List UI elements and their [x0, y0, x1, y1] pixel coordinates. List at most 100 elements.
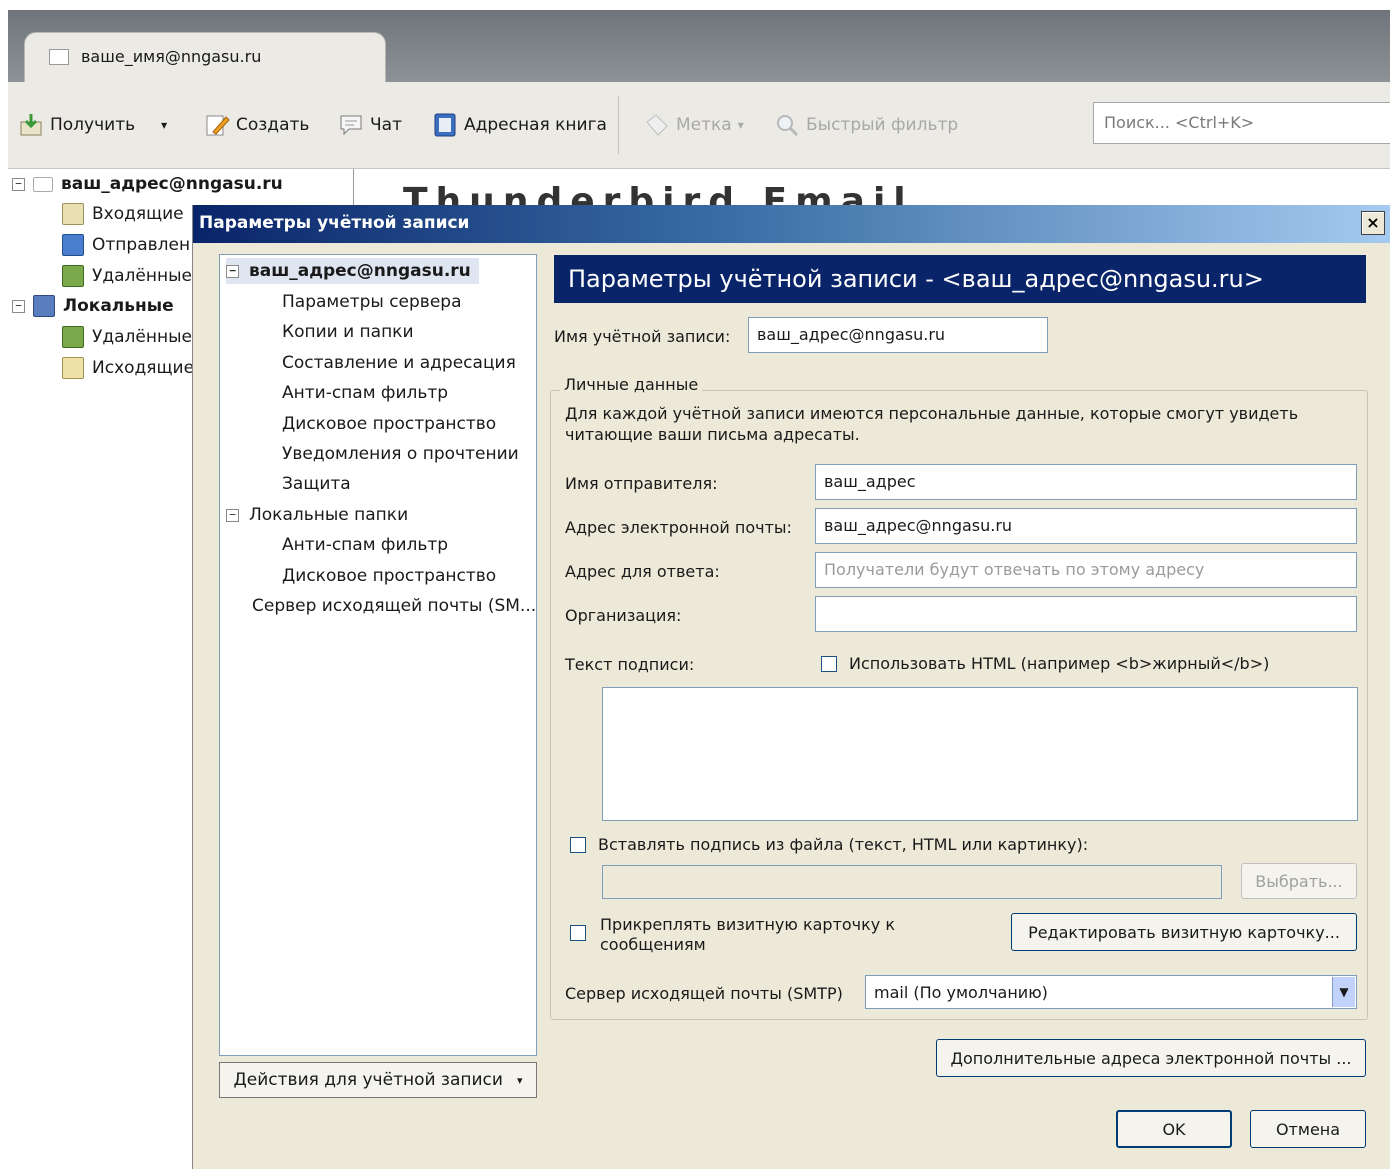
folder-local[interactable]: − Локальные: [12, 291, 174, 321]
dialog-titlebar[interactable]: Параметры учётной записи ×: [193, 205, 1390, 243]
address-book-button[interactable]: Адресная книга: [432, 110, 607, 140]
get-mail-label: Получить: [50, 115, 136, 135]
magnifier-icon: [777, 115, 799, 137]
smtp-selected-value: mail (По умолчанию): [874, 983, 1048, 1002]
attach-signature-label: Вставлять подпись из файла (текст, HTML …: [598, 835, 1089, 854]
collapse-icon[interactable]: −: [12, 177, 25, 191]
tree-item-junk[interactable]: Анти-спам фильтр: [282, 380, 448, 406]
collapse-icon[interactable]: −: [226, 264, 239, 278]
panel-header: Параметры учётной записи - <ваш_адрес@nn…: [554, 255, 1366, 303]
tree-item-outgoing-server[interactable]: Сервер исходящей почты (SM...: [252, 593, 536, 619]
tree-item-label: Дисковое пространство: [282, 414, 497, 434]
tree-item-security[interactable]: Защита: [282, 471, 351, 497]
tree-item-disk-space[interactable]: Дисковое пространство: [282, 411, 496, 437]
signature-textarea[interactable]: [602, 687, 1358, 821]
reply-to-label: Адрес для ответа:: [565, 562, 720, 581]
signature-file-field[interactable]: [602, 865, 1222, 899]
tree-item-label: Параметры сервера: [282, 292, 462, 312]
additional-addresses-button[interactable]: Дополнительные адреса электронной почты …: [936, 1039, 1366, 1077]
tree-item-receipts[interactable]: Уведомления о прочтении: [282, 441, 519, 467]
use-html-label: Использовать HTML (например <b>жирный</b…: [849, 654, 1270, 673]
tree-item-label: Дисковое пространство: [282, 566, 497, 586]
attach-signature-checkbox[interactable]: [570, 836, 586, 853]
outbox-icon: [62, 357, 84, 379]
email-label: Адрес электронной почты:: [565, 518, 792, 537]
folder-trash[interactable]: Удалённые: [62, 261, 192, 291]
tab-label: ваше_имя@nngasu.ru: [81, 47, 262, 66]
tree-item-copies-folders[interactable]: Копии и папки: [282, 319, 414, 345]
signature-label: Текст подписи:: [565, 655, 695, 674]
folder-sent-label: Отправлен: [92, 235, 191, 255]
identity-description: Для каждой учётной записи имеются персон…: [565, 404, 1299, 444]
computer-icon: [33, 295, 55, 317]
tree-item-composition[interactable]: Составление и адресация: [282, 350, 516, 376]
account-actions-label: Действия для учётной записи: [233, 1070, 503, 1090]
collapse-icon[interactable]: −: [12, 299, 25, 313]
tag-button[interactable]: Метка ▾: [644, 110, 744, 140]
folder-inbox-label: Входящие: [92, 204, 184, 224]
quick-filter-button[interactable]: Быстрый фильтр: [774, 110, 958, 140]
write-icon: [206, 115, 230, 136]
collapse-icon[interactable]: −: [226, 508, 239, 522]
tab-mail-account[interactable]: ваше_имя@nngasu.ru: [24, 32, 386, 85]
ok-button[interactable]: OK: [1116, 1110, 1232, 1148]
attach-vcard-checkbox[interactable]: [570, 925, 586, 941]
smtp-select[interactable]: mail (По умолчанию) ▼: [865, 975, 1357, 1009]
search-input[interactable]: Поиск... <Ctrl+K>: [1093, 102, 1390, 144]
folder-local-trash[interactable]: Удалённые: [62, 322, 192, 352]
tree-item-local-folders[interactable]: − Локальные папки: [226, 502, 408, 528]
get-mail-dropdown-icon[interactable]: ▾: [161, 118, 167, 132]
sender-name-label: Имя отправителя:: [565, 474, 718, 493]
tree-item-server-settings[interactable]: Параметры сервера: [282, 289, 462, 315]
account-tree: − ваш_адрес@nngasu.ru Параметры сервера …: [219, 254, 537, 1056]
use-html-option[interactable]: Использовать HTML (например <b>жирный</b…: [821, 654, 1269, 673]
tag-icon: [646, 114, 668, 136]
smtp-label: Сервер исходящей почты (SMTP): [565, 984, 843, 1003]
attach-signature-option[interactable]: Вставлять подпись из файла (текст, HTML …: [570, 835, 1088, 854]
get-mail-button[interactable]: Получить ▾: [18, 110, 167, 140]
tree-item-label: Копии и папки: [282, 322, 414, 342]
reply-to-field[interactable]: Получатели будут отвечать по этому адрес…: [815, 552, 1357, 588]
account-actions-button[interactable]: Действия для учётной записи ▾: [219, 1062, 537, 1098]
tree-item-label: Анти-спам фильтр: [282, 535, 449, 555]
folder-outbox[interactable]: Исходящие: [62, 353, 194, 383]
tree-item-label: Локальные папки: [249, 505, 409, 525]
toolbar-separator: [618, 96, 619, 154]
close-button[interactable]: ×: [1361, 211, 1385, 235]
dropdown-arrow-icon: ▾: [516, 1073, 523, 1087]
get-mail-icon: [20, 114, 42, 136]
close-icon: ×: [1366, 213, 1380, 232]
tree-item-local-disk-space[interactable]: Дисковое пространство: [282, 563, 496, 589]
tag-label: Метка: [676, 115, 732, 135]
folder-sent[interactable]: Отправлен: [62, 230, 190, 260]
chat-label: Чат: [370, 115, 402, 135]
tree-item-label: Составление и адресация: [282, 353, 516, 373]
account-settings-dialog: Параметры учётной записи × − ваш_адрес@n…: [192, 205, 1390, 1169]
choose-file-button[interactable]: Выбрать...: [1241, 863, 1357, 899]
cancel-button[interactable]: Отмена: [1250, 1110, 1366, 1148]
organization-field[interactable]: [815, 596, 1357, 632]
attach-vcard-option[interactable]: Прикреплять визитную карточку к сообщени…: [570, 915, 930, 955]
tree-item-local-junk[interactable]: Анти-спам фильтр: [282, 532, 448, 558]
address-book-label: Адресная книга: [464, 115, 607, 135]
write-button[interactable]: Создать: [204, 110, 309, 140]
chevron-down-icon[interactable]: ▼: [1332, 977, 1355, 1007]
folder-account-label: ваш_адрес@nngasu.ru: [61, 174, 283, 194]
tree-item-account[interactable]: − ваш_адрес@nngasu.ru: [226, 258, 479, 284]
sender-name-field[interactable]: ваш_адрес: [815, 464, 1357, 500]
folder-trash-label: Удалённые: [92, 266, 192, 286]
use-html-checkbox[interactable]: [821, 655, 837, 672]
email-field[interactable]: ваш_адрес@nngasu.ru: [815, 508, 1357, 544]
chat-button[interactable]: Чат: [338, 110, 402, 140]
folder-account[interactable]: − ваш_адрес@nngasu.ru: [12, 169, 283, 199]
tree-item-label: Защита: [282, 474, 351, 494]
edit-vcard-button[interactable]: Редактировать визитную карточку...: [1011, 913, 1357, 951]
account-name-label: Имя учётной записи:: [554, 327, 731, 346]
organization-label: Организация:: [565, 606, 682, 625]
folder-outbox-label: Исходящие: [92, 358, 195, 378]
main-toolbar: Получить ▾ Создать Чат Адресная книга Ме…: [8, 82, 1390, 169]
folder-inbox[interactable]: Входящие: [62, 199, 184, 229]
tree-item-label: ваш_адрес@nngasu.ru: [249, 261, 471, 281]
account-name-field[interactable]: ваш_адрес@nngasu.ru: [748, 317, 1048, 353]
inbox-icon: [62, 203, 84, 225]
